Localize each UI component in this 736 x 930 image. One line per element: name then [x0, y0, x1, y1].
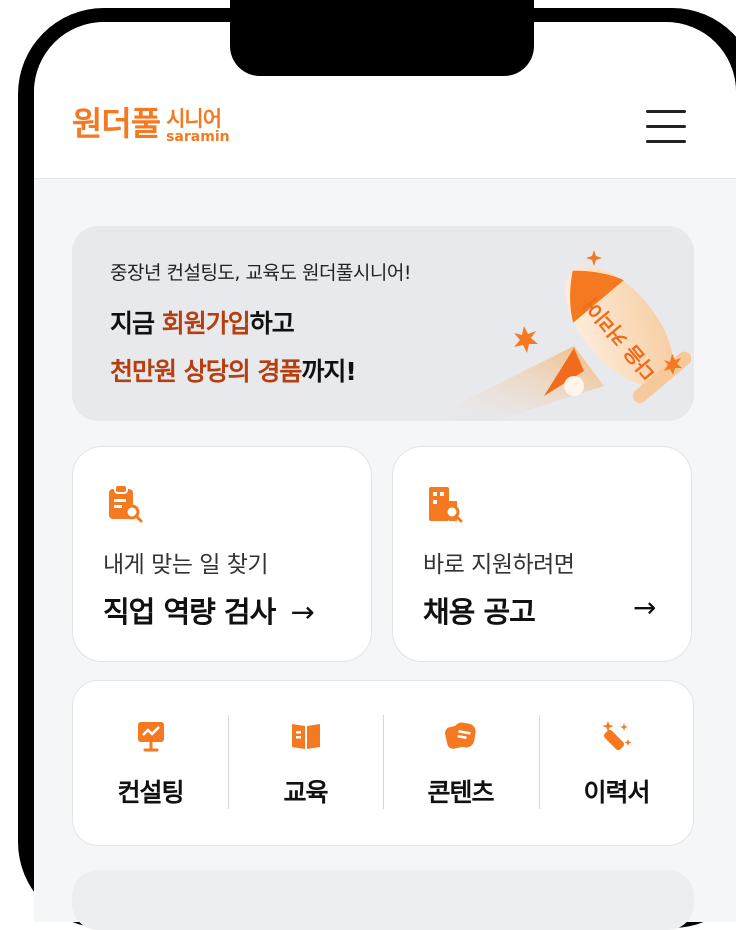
- chat-card-icon: [444, 722, 476, 749]
- card-title-text: 채용 공고: [423, 595, 536, 629]
- clipboard-search-icon: [109, 484, 143, 523]
- logo[interactable]: 원더풀 시니어 saramin: [72, 104, 230, 144]
- presentation-board-icon: [137, 722, 164, 752]
- quick-item-label: 콘텐츠: [427, 778, 494, 807]
- next-section-card: [72, 870, 694, 930]
- card-subtitle: 바로 지원하려면: [423, 552, 575, 578]
- hamburger-menu-icon[interactable]: [646, 110, 690, 144]
- banner-line1-highlight: 회원가입: [161, 309, 251, 338]
- quick-item-contents[interactable]: 콘텐츠: [383, 681, 538, 845]
- logo-main-text: 원더풀: [72, 104, 161, 143]
- card-title-text: 직업 역량 검사: [103, 595, 276, 629]
- banner-line-1: 지금 회원가입하고: [110, 304, 295, 340]
- building-search-icon: [429, 487, 463, 523]
- banner-subtitle: 중장년 컨설팅도, 교육도 원더풀시니어!: [110, 262, 411, 284]
- arrow-right-icon: →: [290, 595, 314, 629]
- quick-item-education[interactable]: 교육: [228, 681, 383, 845]
- job-postings-card[interactable]: 바로 지원하려면 채용 공고 →: [392, 446, 692, 662]
- pen-sparkle-icon: [601, 721, 631, 751]
- banner-line2-suffix: 까지!: [301, 357, 356, 386]
- quick-item-label: 교육: [283, 778, 328, 807]
- rocket-illustration: 다음 커리어: [424, 250, 692, 421]
- logo-sub: 시니어 saramin: [166, 108, 230, 144]
- quick-item-label: 컨설팅: [117, 778, 184, 807]
- quick-item-consulting[interactable]: 컨설팅: [73, 681, 228, 845]
- card-subtitle: 내게 맞는 일 찾기: [103, 552, 269, 578]
- logo-sub-en: saramin: [166, 129, 230, 145]
- promo-banner[interactable]: 중장년 컨설팅도, 교육도 원더풀시니어! 지금 회원가입하고 천만원 상당의 …: [72, 226, 694, 421]
- phone-notch: [230, 0, 534, 76]
- logo-sub-ko: 시니어: [166, 107, 222, 131]
- quick-item-resume[interactable]: 이력서: [539, 681, 694, 845]
- card-title: 직업 역량 검사 →: [103, 589, 315, 631]
- banner-line1-suffix: 하고: [249, 309, 295, 338]
- job-skill-test-card[interactable]: 내게 맞는 일 찾기 직업 역량 검사 →: [72, 446, 372, 662]
- banner-line1-prefix: 지금: [110, 309, 162, 338]
- banner-line2-highlight: 천만원 상당의 경품: [110, 357, 302, 386]
- quick-item-label: 이력서: [583, 778, 650, 807]
- open-book-icon: [291, 724, 320, 749]
- arrow-right-icon: →: [633, 591, 657, 624]
- banner-line-2: 천만원 상당의 경품까지!: [110, 352, 357, 388]
- quick-menu: 컨설팅 교육 콘텐츠 이력서: [72, 680, 694, 846]
